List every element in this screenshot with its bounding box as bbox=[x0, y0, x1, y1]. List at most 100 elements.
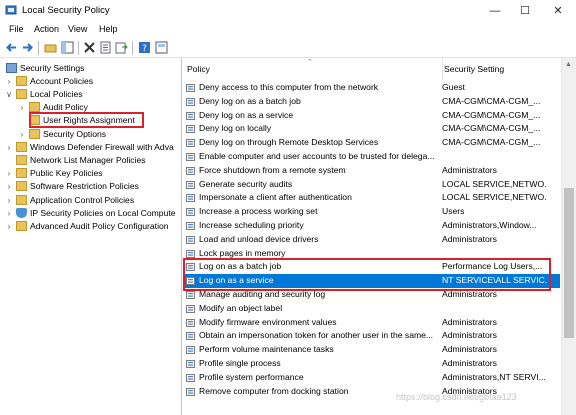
policy-icon bbox=[186, 387, 196, 397]
policy-name: Enable computer and user accounts to be … bbox=[199, 151, 435, 161]
forward-icon[interactable] bbox=[21, 41, 34, 54]
tree-item-security-options[interactable]: › Security Options bbox=[0, 128, 181, 141]
up-folder-icon[interactable] bbox=[44, 41, 57, 54]
tree-item-label: Application Control Policies bbox=[30, 195, 135, 205]
policy-row[interactable]: Profile system performance Administrators… bbox=[183, 371, 560, 385]
expand-chevron-icon[interactable]: › bbox=[18, 101, 26, 114]
policy-row[interactable]: Increase a process working set Users bbox=[183, 205, 560, 219]
policy-name: Deny access to this computer from the ne… bbox=[199, 82, 379, 92]
view-icon[interactable] bbox=[155, 41, 168, 54]
tree-item-label: Security Options bbox=[43, 129, 107, 139]
title-bar: Local Security Policy — ☐ ✕ bbox=[0, 0, 576, 22]
policy-row[interactable]: Deny log on as a batch job CMA-CGM\CMA-CG… bbox=[183, 95, 560, 109]
collapse-chevron-icon[interactable]: ∨ bbox=[5, 88, 13, 101]
policy-row[interactable]: Increase scheduling priority Administrato… bbox=[183, 219, 560, 233]
vertical-scrollbar[interactable]: ▲ bbox=[561, 58, 576, 415]
security-setting-value: Administrators bbox=[442, 330, 497, 341]
help-icon[interactable]: ? bbox=[138, 41, 151, 54]
window-title: Local Security Policy bbox=[22, 5, 110, 16]
policy-row[interactable]: Deny access to this computer from the ne… bbox=[183, 81, 560, 95]
back-icon[interactable] bbox=[5, 41, 18, 54]
tree-item-windows-defender-firewall-with-adva[interactable]: › Windows Defender Firewall with Adva bbox=[0, 141, 181, 154]
policy-row[interactable]: Enable computer and user accounts to be … bbox=[183, 150, 560, 164]
tree-item-label: Advanced Audit Policy Configuration bbox=[30, 221, 169, 231]
folder-icon bbox=[16, 168, 27, 178]
policy-row[interactable]: Generate security audits LOCAL SERVICE,NE… bbox=[183, 178, 560, 192]
policy-icon bbox=[186, 97, 196, 107]
policy-name: Profile system performance bbox=[199, 371, 304, 382]
security-setting-value: Administrators bbox=[442, 164, 497, 175]
menu-file[interactable]: File bbox=[9, 24, 24, 34]
policy-name: Deny log on as a service bbox=[199, 109, 294, 120]
tree-item-security-settings[interactable]: Security Settings bbox=[0, 62, 181, 75]
policy-icon bbox=[186, 290, 196, 300]
expand-chevron-icon[interactable]: › bbox=[5, 141, 13, 154]
security-setting-value: Guest bbox=[442, 82, 465, 92]
minimize-button[interactable]: — bbox=[480, 0, 510, 22]
tree-item-public-key-policies[interactable]: › Public Key Policies bbox=[0, 167, 181, 180]
policy-row[interactable]: Impersonate a client after authenticatio… bbox=[183, 191, 560, 205]
policy-row[interactable]: Profile single process Administrators bbox=[183, 357, 560, 371]
policy-name: Deny log on locally bbox=[199, 123, 272, 134]
policy-row[interactable]: Perform volume maintenance tasks Administ… bbox=[183, 343, 560, 357]
column-header-policy[interactable]: Policy ⌃ bbox=[183, 58, 443, 80]
folder-icon bbox=[16, 221, 27, 231]
column-header-policy-label: Policy bbox=[187, 64, 210, 74]
policy-icon bbox=[186, 152, 196, 162]
tree-item-account-policies[interactable]: › Account Policies bbox=[0, 75, 181, 88]
security-setting-value: LOCAL SERVICE,NETWO... bbox=[442, 192, 547, 203]
expand-chevron-icon[interactable]: › bbox=[5, 180, 13, 193]
security-settings-icon bbox=[6, 63, 17, 73]
tree-item-label: Account Policies bbox=[30, 76, 94, 86]
policy-name: Obtain an impersonation token for anothe… bbox=[199, 330, 434, 341]
expand-chevron-icon[interactable]: › bbox=[18, 128, 26, 141]
menu-help[interactable]: Help bbox=[99, 24, 118, 34]
scroll-up-icon[interactable]: ▲ bbox=[565, 61, 572, 68]
policy-row[interactable]: Deny log on locally CMA-CGM\CMA-CGM_... bbox=[183, 122, 560, 136]
policy-name: Impersonate a client after authenticatio… bbox=[199, 192, 352, 203]
policy-icon bbox=[186, 373, 196, 383]
tree-item-label: Local Policies bbox=[30, 89, 83, 99]
delete-icon[interactable] bbox=[83, 41, 96, 54]
expand-chevron-icon[interactable]: › bbox=[5, 194, 13, 207]
export-list-icon[interactable] bbox=[115, 41, 128, 54]
menu-action[interactable]: Action bbox=[34, 24, 59, 34]
policy-row[interactable]: Deny log on as a service CMA-CGM\CMA-CGM_… bbox=[183, 109, 560, 123]
policy-icon bbox=[186, 331, 196, 341]
expand-chevron-icon[interactable]: › bbox=[5, 207, 13, 220]
policy-row[interactable]: Obtain an impersonation token for anothe… bbox=[183, 329, 560, 343]
policy-icon bbox=[186, 83, 196, 93]
tree-item-application-control-policies[interactable]: › Application Control Policies bbox=[0, 194, 181, 207]
policy-name: Deny log on as a batch job bbox=[199, 95, 301, 106]
tree-item-software-restriction-policies[interactable]: › Software Restriction Policies bbox=[0, 180, 181, 193]
folder-icon bbox=[16, 155, 27, 165]
security-setting-value: Administrators bbox=[442, 233, 497, 244]
show-hide-tree-icon[interactable] bbox=[61, 41, 74, 54]
expand-chevron-icon[interactable]: › bbox=[5, 75, 13, 88]
tree-item-network-list-manager-policies[interactable]: Network List Manager Policies bbox=[0, 154, 181, 167]
maximize-button[interactable]: ☐ bbox=[510, 0, 540, 22]
security-setting-value: LOCAL SERVICE,NETWO... bbox=[442, 178, 547, 189]
expand-chevron-icon[interactable]: › bbox=[5, 220, 13, 233]
tree-item-ip-security-policies-on-local-compute[interactable]: › IP Security Policies on Local Compute bbox=[0, 207, 181, 220]
tree-item-advanced-audit-policy-configuration[interactable]: › Advanced Audit Policy Configuration bbox=[0, 220, 181, 233]
folder-icon bbox=[29, 102, 40, 112]
policy-row[interactable]: Modify firmware environment values Admini… bbox=[183, 316, 560, 330]
tree-item-local-policies[interactable]: ∨ Local Policies bbox=[0, 88, 181, 101]
policy-row[interactable]: Deny log on through Remote Desktop Servi… bbox=[183, 136, 560, 150]
scrollbar-thumb[interactable] bbox=[564, 188, 574, 338]
policy-icon bbox=[186, 345, 196, 355]
policy-icon bbox=[186, 166, 196, 176]
folder-icon bbox=[16, 195, 27, 205]
menu-view[interactable]: View bbox=[68, 24, 87, 34]
expand-chevron-icon[interactable]: › bbox=[5, 167, 13, 180]
shield-icon bbox=[16, 208, 27, 218]
column-header-setting[interactable]: Security Setting bbox=[442, 58, 562, 80]
close-button[interactable]: ✕ bbox=[543, 0, 573, 22]
policy-row[interactable]: Modify an object label bbox=[183, 302, 560, 316]
properties-icon[interactable] bbox=[99, 41, 112, 54]
security-setting-value: CMA-CGM\CMA-CGM_... bbox=[442, 137, 541, 148]
tree-item-label: Network List Manager Policies bbox=[30, 155, 146, 165]
policy-row[interactable]: Load and unload device drivers Administra… bbox=[183, 233, 560, 247]
policy-row[interactable]: Force shutdown from a remote system Admin… bbox=[183, 164, 560, 178]
